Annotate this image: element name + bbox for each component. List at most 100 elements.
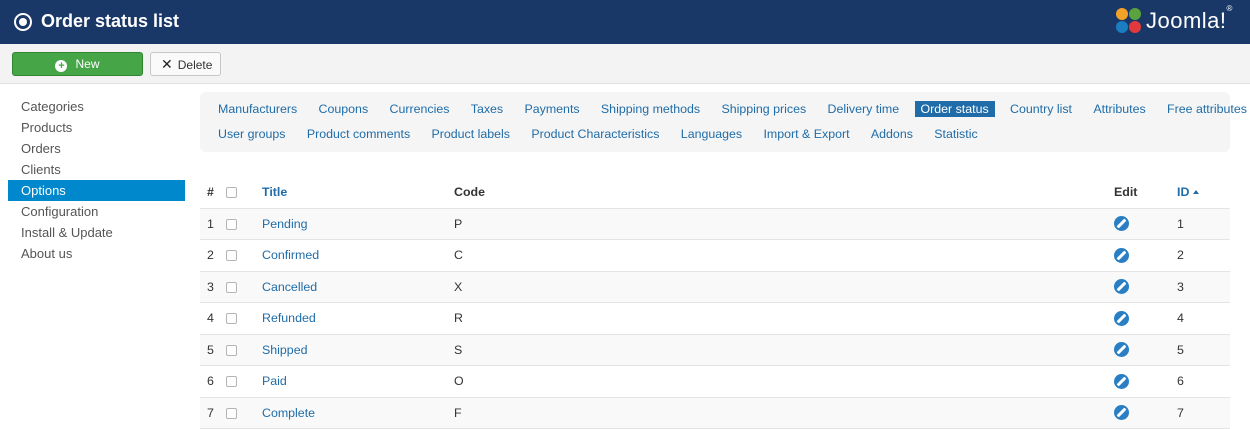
table-row: 4 Refunded R 4 xyxy=(200,302,1230,335)
row-code: F xyxy=(454,397,1114,429)
row-title-link[interactable]: Pending xyxy=(262,208,454,240)
row-code: P xyxy=(454,208,1114,240)
toolbar: + New ✕ Delete xyxy=(0,44,1250,84)
delete-button-label: Delete xyxy=(177,58,213,72)
row-checkbox[interactable] xyxy=(226,218,237,230)
table-header-row: # Title Code Edit ID xyxy=(200,176,1230,209)
submenu-link-currencies[interactable]: Currencies xyxy=(390,99,450,119)
submenu-link-country-list[interactable]: Country list xyxy=(1010,99,1072,119)
column-header-edit: Edit xyxy=(1114,176,1164,209)
row-code: X xyxy=(454,271,1114,303)
joomla-logo-icon xyxy=(1116,8,1142,34)
sidebar-item-orders[interactable]: Orders xyxy=(8,138,185,159)
row-edit-cell xyxy=(1114,334,1164,366)
row-id: 2 xyxy=(1164,239,1230,272)
select-all-checkbox[interactable] xyxy=(226,186,237,198)
column-header-code[interactable]: Code xyxy=(454,176,1114,209)
delete-button[interactable]: ✕ Delete xyxy=(150,52,221,76)
submenu-link-addons[interactable]: Addons xyxy=(871,124,913,144)
row-num: 7 xyxy=(200,397,226,429)
row-checkbox[interactable] xyxy=(226,407,237,419)
column-header-id[interactable]: ID xyxy=(1164,176,1230,209)
row-checkbox[interactable] xyxy=(226,281,237,293)
submenu-link-payments[interactable]: Payments xyxy=(524,99,579,119)
row-edit-cell xyxy=(1114,302,1164,335)
new-button[interactable]: + New xyxy=(12,52,143,76)
submenu-row: User groups Product comments Product lab… xyxy=(218,124,996,144)
row-title-link[interactable]: Refunded xyxy=(262,302,454,335)
sidebar-item-categories[interactable]: Categories xyxy=(8,96,185,117)
edit-icon[interactable] xyxy=(1114,310,1129,326)
submenu-link-statistic[interactable]: Statistic xyxy=(934,124,977,144)
table-row: 5 Shipped S 5 xyxy=(200,334,1230,366)
row-id: 3 xyxy=(1164,271,1230,303)
app-header: Order status list Joomla!® xyxy=(0,0,1250,44)
row-num: 1 xyxy=(200,208,226,240)
submenu-link-coupons[interactable]: Coupons xyxy=(319,99,369,119)
submenu-link-product-characteristics[interactable]: Product Characteristics xyxy=(531,124,659,144)
edit-icon[interactable] xyxy=(1114,247,1129,263)
row-num: 2 xyxy=(200,239,226,272)
row-checkbox[interactable] xyxy=(226,344,237,356)
row-title-link[interactable]: Cancelled xyxy=(262,271,454,303)
sidebar-item-options[interactable]: Options xyxy=(8,180,185,201)
row-code: S xyxy=(454,334,1114,366)
submenu-link-free-attributes[interactable]: Free attributes xyxy=(1167,99,1247,119)
row-checkbox[interactable] xyxy=(226,376,237,388)
submenu-link-shipping-prices[interactable]: Shipping prices xyxy=(721,99,806,119)
row-code: R xyxy=(454,302,1114,335)
row-checkbox[interactable] xyxy=(226,313,237,325)
submenu-link-order-status[interactable]: Order status xyxy=(914,101,995,117)
row-checkbox-cell xyxy=(226,271,262,303)
sidebar: Categories Products Orders Clients Optio… xyxy=(8,96,185,264)
row-checkbox-cell xyxy=(226,365,262,398)
options-submenu: Manufacturers Coupons Currencies Taxes P… xyxy=(200,92,1247,152)
joomla-logo-text: Joomla!® xyxy=(1146,4,1233,33)
row-num: 4 xyxy=(200,302,226,335)
row-title-link[interactable]: Shipped xyxy=(262,334,454,366)
row-edit-cell xyxy=(1114,397,1164,429)
column-header-title[interactable]: Title xyxy=(262,176,454,209)
submenu-link-attributes[interactable]: Attributes xyxy=(1093,99,1145,119)
submenu-link-languages[interactable]: Languages xyxy=(681,124,742,144)
row-title-link[interactable]: Paid xyxy=(262,365,454,398)
row-id: 4 xyxy=(1164,302,1230,335)
edit-icon[interactable] xyxy=(1114,279,1129,295)
sort-asc-icon xyxy=(1193,189,1200,194)
row-edit-cell xyxy=(1114,365,1164,398)
new-button-label: New xyxy=(75,57,100,71)
submenu-link-manufacturers[interactable]: Manufacturers xyxy=(218,99,297,119)
row-title-link[interactable]: Confirmed xyxy=(262,239,454,272)
submenu-link-taxes[interactable]: Taxes xyxy=(471,99,503,119)
row-id: 6 xyxy=(1164,365,1230,398)
sidebar-item-clients[interactable]: Clients xyxy=(8,159,185,180)
column-header-num: # xyxy=(200,176,226,209)
joomla-logo[interactable]: Joomla!® xyxy=(1116,4,1246,38)
page-title: Order status list xyxy=(41,11,180,31)
edit-icon[interactable] xyxy=(1114,216,1129,232)
edit-icon[interactable] xyxy=(1114,342,1129,358)
submenu-link-import-export[interactable]: Import & Export xyxy=(763,124,849,144)
row-title-link[interactable]: Complete xyxy=(262,397,454,429)
table-row: 3 Cancelled X 3 xyxy=(200,271,1230,303)
table-row: 2 Confirmed C 2 xyxy=(200,239,1230,272)
submenu-link-delivery-time[interactable]: Delivery time xyxy=(828,99,900,119)
submenu-link-product-labels[interactable]: Product labels xyxy=(431,124,510,144)
sidebar-item-install-update[interactable]: Install & Update xyxy=(8,222,185,243)
row-checkbox[interactable] xyxy=(226,250,237,262)
edit-icon[interactable] xyxy=(1114,373,1129,389)
submenu-link-shipping-methods[interactable]: Shipping methods xyxy=(601,99,700,119)
sidebar-item-about-us[interactable]: About us xyxy=(8,243,185,264)
row-checkbox-cell xyxy=(226,397,262,429)
row-checkbox-cell xyxy=(226,334,262,366)
sidebar-item-configuration[interactable]: Configuration xyxy=(8,201,185,222)
row-id: 7 xyxy=(1164,397,1230,429)
row-checkbox-cell xyxy=(226,208,262,240)
submenu-link-user-groups[interactable]: User groups xyxy=(218,124,286,144)
row-code: C xyxy=(454,239,1114,272)
submenu-link-product-comments[interactable]: Product comments xyxy=(307,124,410,144)
edit-icon[interactable] xyxy=(1114,405,1129,421)
row-checkbox-cell xyxy=(226,302,262,335)
sidebar-item-products[interactable]: Products xyxy=(8,117,185,138)
row-num: 5 xyxy=(200,334,226,366)
